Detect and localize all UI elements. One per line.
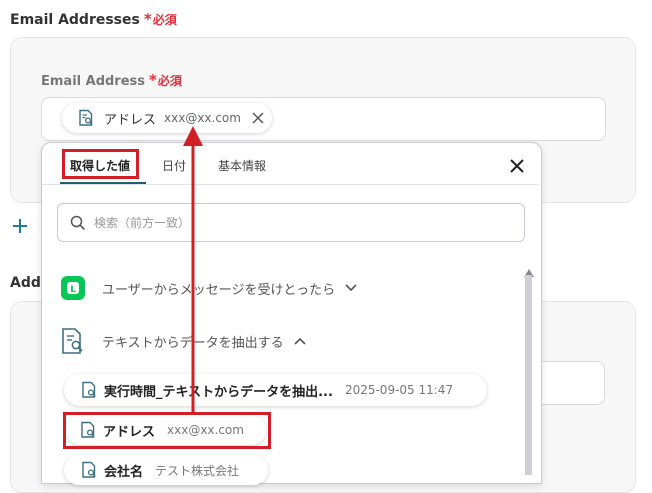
required-badge: *必須 xyxy=(143,10,177,28)
email-address-label: Email Address *必須 xyxy=(41,71,182,89)
list-item[interactable]: 会社名 テスト株式会社 xyxy=(64,455,268,485)
chevron-down-icon xyxy=(345,284,357,292)
search-placeholder: 検索（前方一致） xyxy=(94,216,191,230)
chevron-up-icon xyxy=(294,337,306,345)
close-dropdown-button[interactable] xyxy=(508,157,526,179)
svg-text:L: L xyxy=(70,285,76,295)
chip-label: アドレス xyxy=(104,112,157,128)
search-input[interactable]: 検索（前方一致） xyxy=(57,203,525,242)
tab-basic-info[interactable]: 基本情報 xyxy=(218,157,266,174)
tabs-divider xyxy=(42,184,539,185)
group-label: ユーザーからメッセージを受けとったら xyxy=(102,282,336,298)
line-app-icon: L xyxy=(60,275,86,301)
document-search-icon xyxy=(77,109,95,127)
annotation-arrow xyxy=(183,126,203,415)
required-badge: *必須 xyxy=(149,71,182,89)
item-label: 会社名 xyxy=(104,464,144,480)
item-label: 実行時間_テキストからデータを抽出... xyxy=(104,384,333,400)
document-search-icon xyxy=(60,327,86,355)
document-search-icon xyxy=(80,461,98,479)
list-item[interactable]: 実行時間_テキストからデータを抽出... 2025-09-05 11:47 xyxy=(64,374,487,406)
search-icon xyxy=(70,215,86,231)
close-icon xyxy=(510,159,524,173)
email-addresses-label: Email Addresses *必須 xyxy=(10,10,177,28)
item-value: 2025-09-05 11:47 xyxy=(344,383,454,397)
variable-chip[interactable]: アドレス xxx@xx.com xyxy=(62,103,272,133)
item-highlight-box xyxy=(63,412,271,449)
add-email-button[interactable] xyxy=(12,215,28,240)
tab-highlight-box xyxy=(62,149,139,179)
document-search-icon xyxy=(80,381,98,399)
close-icon[interactable] xyxy=(251,111,265,125)
scrollbar-thumb[interactable] xyxy=(525,275,532,475)
plus-icon xyxy=(13,219,27,233)
